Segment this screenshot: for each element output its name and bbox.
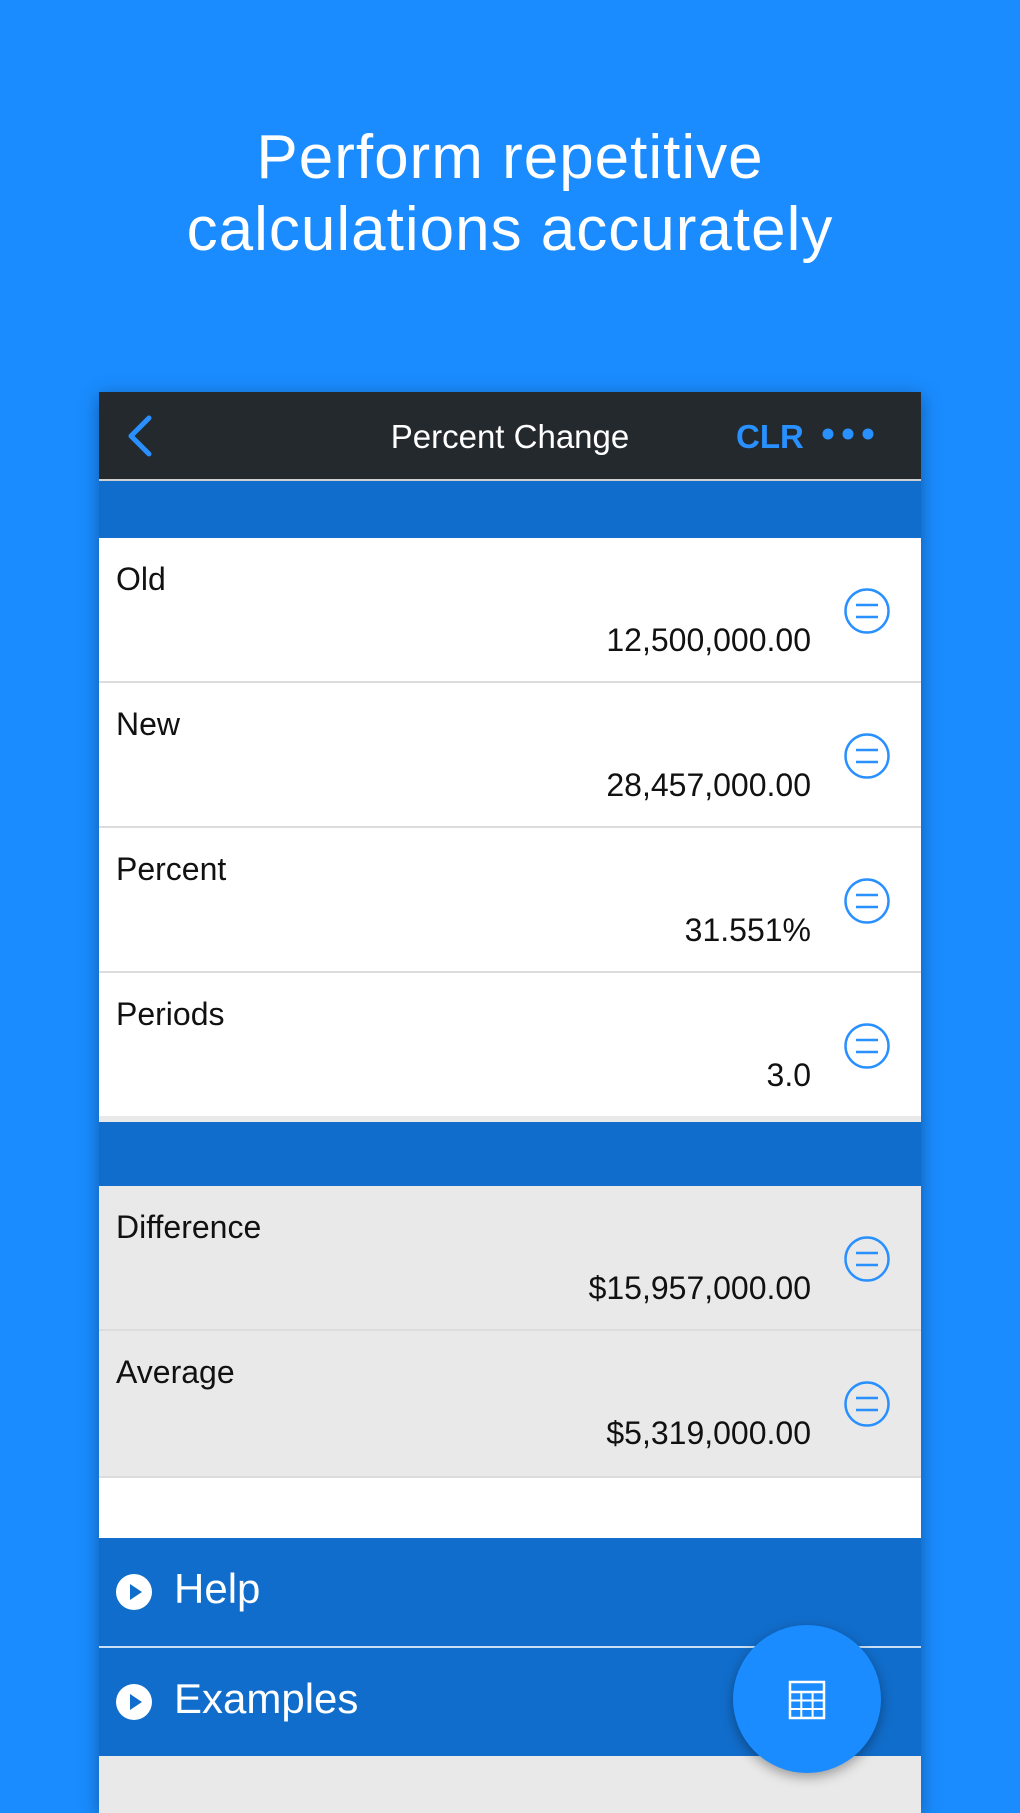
field-label: Percent (116, 851, 227, 887)
field-value[interactable]: 3.0 (767, 1057, 811, 1094)
field-label: Average (116, 1354, 235, 1390)
navigation-bar: Percent Change CLR (99, 392, 921, 481)
field-value[interactable]: 12,500,000.00 (606, 622, 811, 659)
app-screen: Percent Change CLR Old 12,500,000.00 New… (99, 392, 921, 1813)
field-menu-button[interactable] (843, 587, 891, 635)
field-label: Old (116, 561, 166, 597)
input-row-periods[interactable]: Periods 3.0 (99, 973, 921, 1116)
field-label: Periods (116, 996, 225, 1032)
field-value: $5,319,000.00 (606, 1415, 811, 1451)
field-label: Difference (116, 1209, 262, 1245)
calculator-button[interactable] (733, 1625, 881, 1773)
headline: Perform repetitive calculations accurate… (0, 122, 1020, 266)
examples-label: Examples (174, 1675, 359, 1722)
play-circle-icon (116, 1684, 152, 1720)
result-row-difference[interactable]: Difference $15,957,000.00 (99, 1186, 921, 1331)
menu-circle-icon (844, 733, 890, 779)
field-value[interactable]: 31.551% (685, 912, 811, 949)
section-header-results (99, 1122, 921, 1186)
field-menu-button[interactable] (843, 1380, 891, 1428)
input-list: Old 12,500,000.00 New 28,457,000.00 Perc… (99, 538, 921, 1116)
input-row-new[interactable]: New 28,457,000.00 (99, 683, 921, 828)
spacer (99, 1476, 921, 1540)
back-button[interactable] (121, 412, 161, 460)
field-menu-button[interactable] (843, 1235, 891, 1283)
play-circle-icon (116, 1574, 152, 1610)
clear-button[interactable]: CLR (736, 418, 804, 456)
headline-line-1: Perform repetitive (256, 123, 764, 192)
more-button[interactable] (821, 422, 881, 446)
menu-circle-icon (844, 1381, 890, 1427)
more-dots-icon (822, 428, 874, 440)
field-menu-button[interactable] (843, 877, 891, 925)
input-row-old[interactable]: Old 12,500,000.00 (99, 538, 921, 683)
calculator-icon (788, 1680, 826, 1720)
menu-circle-icon (844, 878, 890, 924)
field-label: New (116, 706, 181, 742)
field-menu-button[interactable] (843, 732, 891, 780)
headline-line-2: calculations accurately (186, 195, 834, 264)
result-row-average[interactable]: Average $5,319,000.00 (99, 1331, 921, 1474)
chevron-left-icon (128, 415, 152, 457)
result-list: Difference $15,957,000.00 Average $5,319… (99, 1186, 921, 1474)
help-label: Help (174, 1565, 261, 1612)
field-value: $15,957,000.00 (588, 1270, 811, 1306)
menu-circle-icon (844, 1023, 890, 1069)
field-menu-button[interactable] (843, 1022, 891, 1070)
section-header-inputs (99, 481, 921, 538)
field-value[interactable]: 28,457,000.00 (606, 767, 811, 804)
input-row-percent[interactable]: Percent 31.551% (99, 828, 921, 973)
menu-circle-icon (844, 1236, 890, 1282)
menu-circle-icon (844, 588, 890, 634)
